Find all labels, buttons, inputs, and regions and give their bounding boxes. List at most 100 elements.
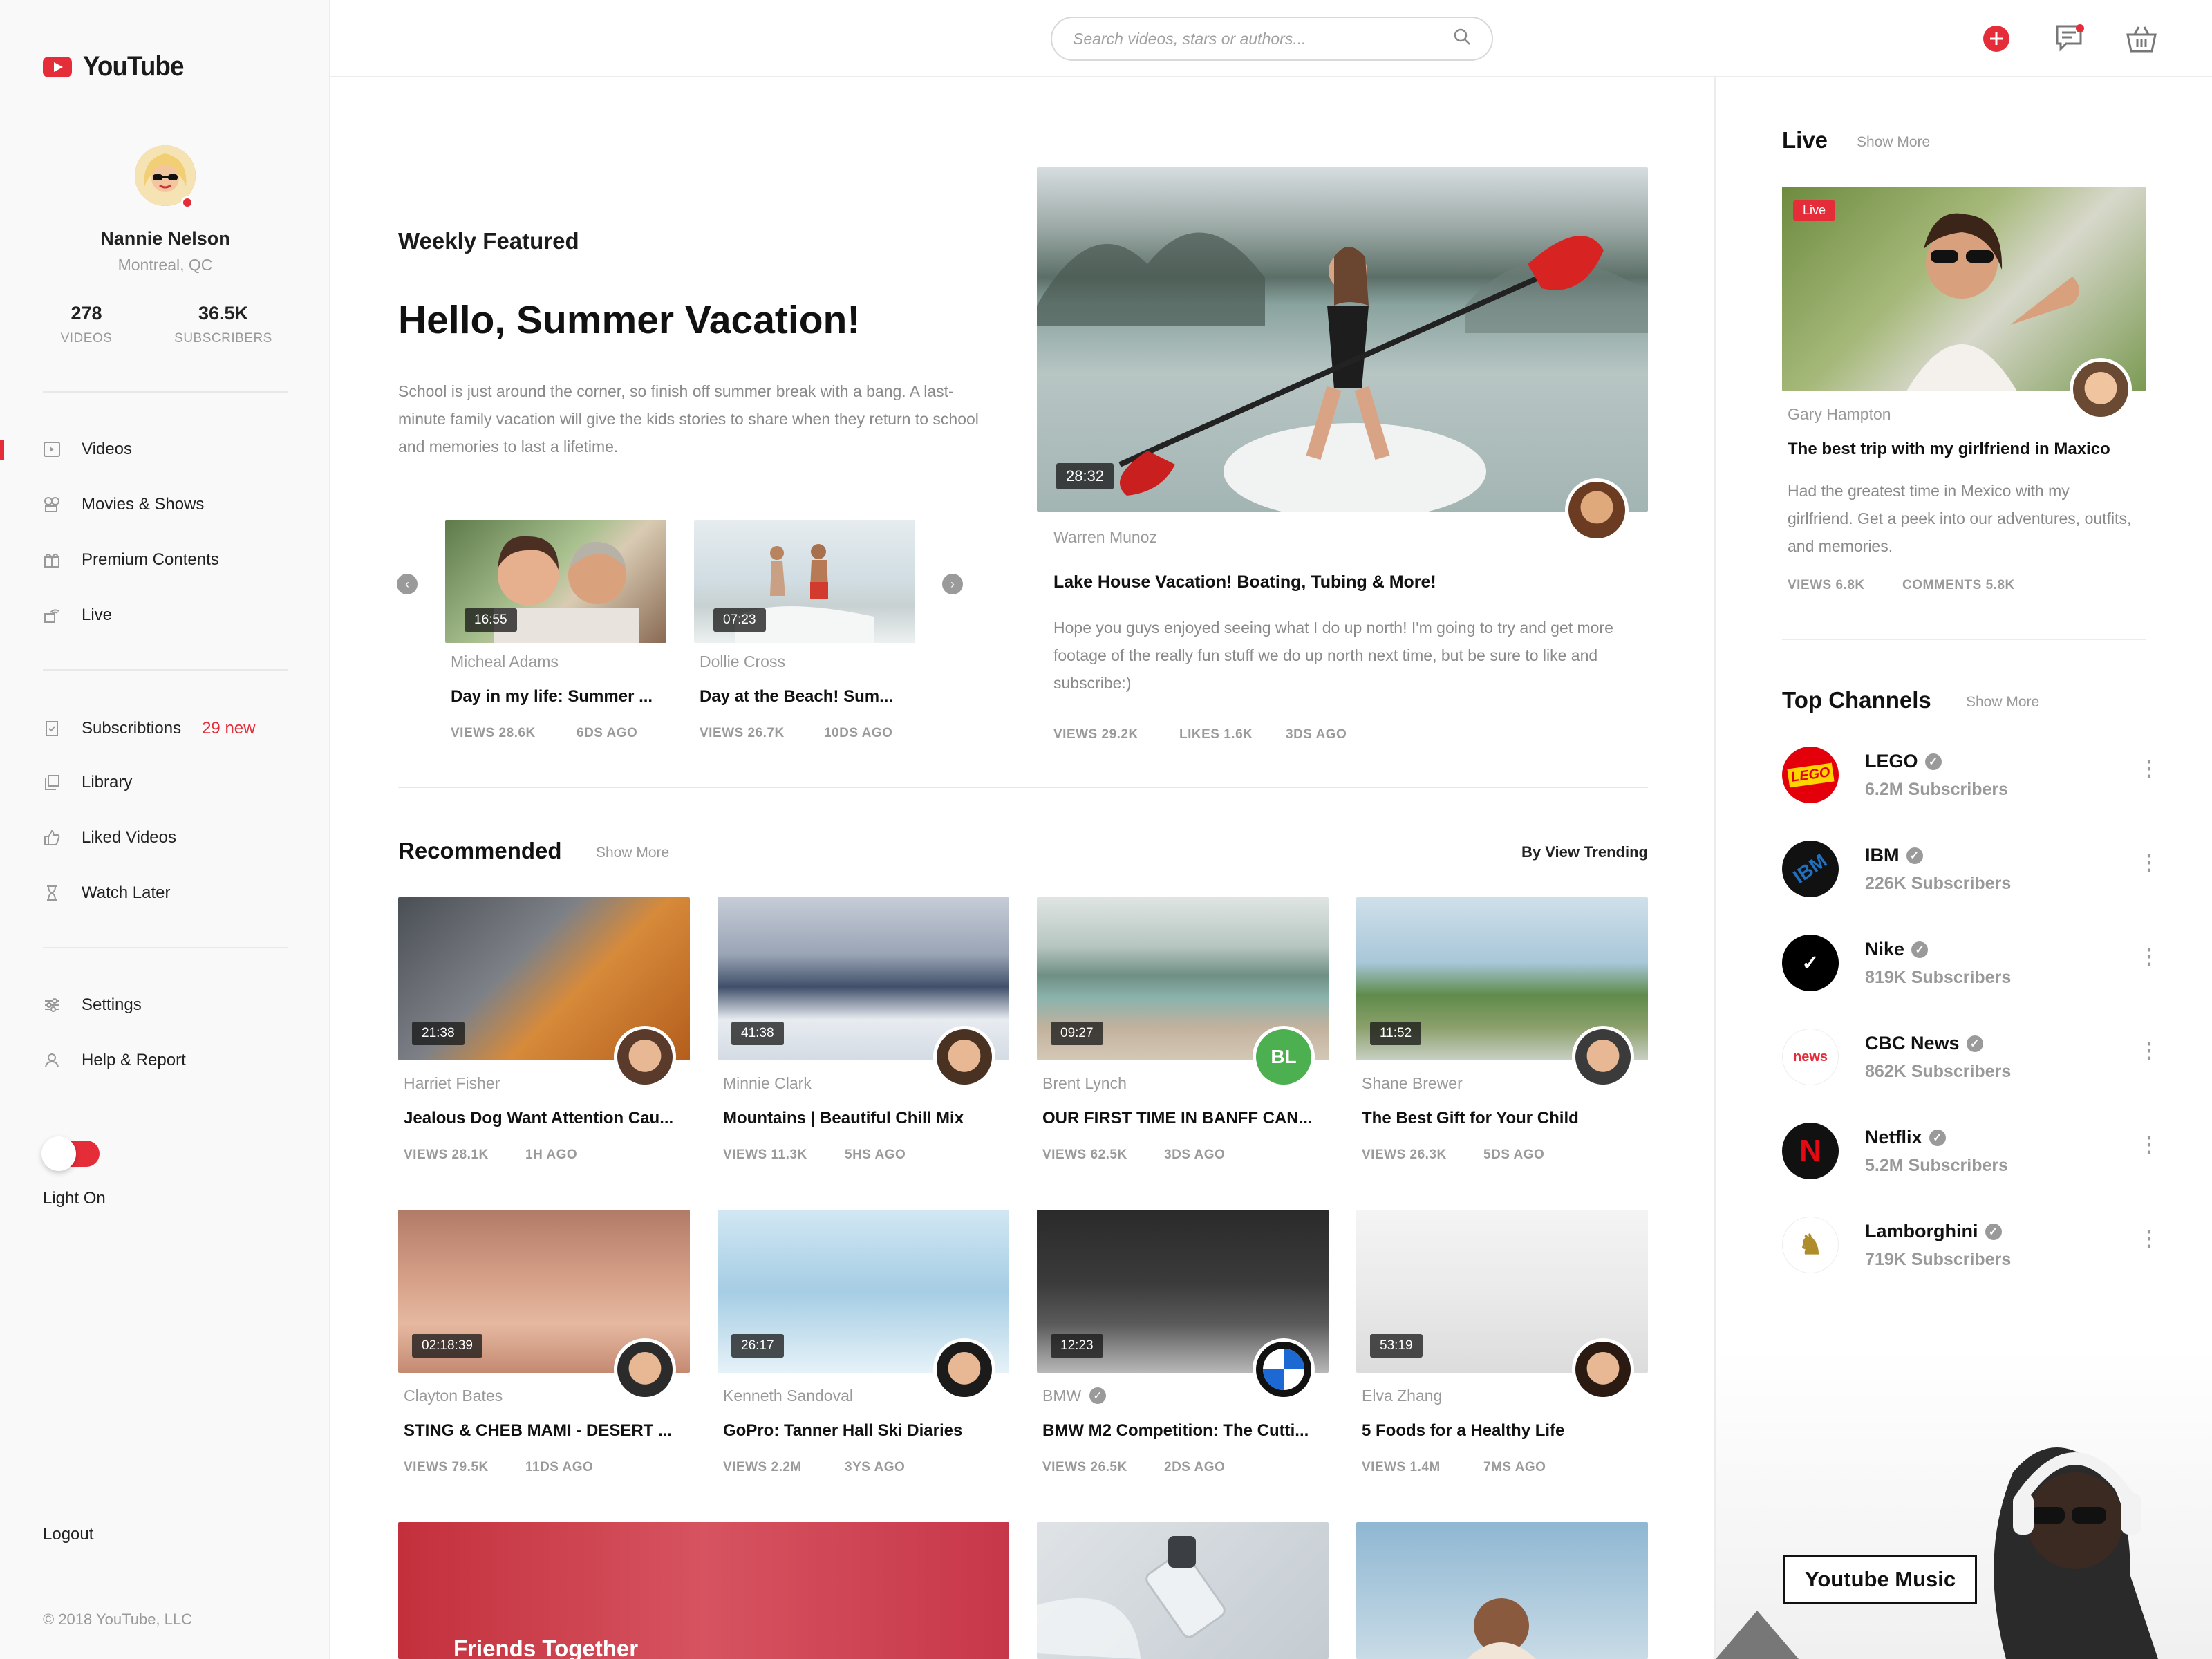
video-author[interactable]: Harriet Fisher [404, 1074, 500, 1093]
youtube-play-icon [43, 56, 72, 77]
channel-logo-icon[interactable]: ♞ [1782, 1217, 1839, 1273]
video-views: VIEWS 1.4M [1362, 1460, 1441, 1474]
channel-logo-icon[interactable]: news [1782, 1029, 1839, 1085]
video-title[interactable]: GoPro: Tanner Hall Ski Diaries [723, 1421, 1006, 1441]
logout-link[interactable]: Logout [43, 1525, 93, 1544]
featured-main-thumb[interactable]: 28:32 [1037, 167, 1648, 512]
search-icon[interactable] [1453, 28, 1471, 50]
channel-name[interactable]: LEGO ✓ [1865, 751, 1942, 772]
profile-location: Montreal, QC [118, 256, 213, 274]
channel-logo-icon[interactable]: ✓ [1782, 935, 1839, 991]
author-avatar[interactable] [933, 1338, 995, 1400]
nav-item-videos[interactable]: Videos [43, 435, 132, 463]
more-options-icon[interactable]: ⋮ [2139, 1041, 2159, 1062]
nav-item-settings[interactable]: Settings [43, 991, 142, 1019]
video-author[interactable]: Elva Zhang [1362, 1387, 1442, 1405]
video-title[interactable]: 5 Foods for a Healthy Life [1362, 1421, 1645, 1441]
top-channels-show-more[interactable]: Show More [1966, 694, 2039, 711]
author-avatar[interactable] [1565, 478, 1629, 542]
live-author[interactable]: Gary Hampton [1788, 405, 1891, 424]
author-avatar[interactable] [1572, 1026, 1634, 1088]
carousel-next-button[interactable]: › [942, 574, 963, 594]
nav-item-movies-shows[interactable]: Movies & Shows [43, 491, 204, 518]
live-show-more[interactable]: Show More [1857, 134, 1930, 151]
featured-title: Hello, Summer Vacation! [398, 298, 861, 342]
recommended-show-more[interactable]: Show More [596, 845, 669, 861]
bmw-logo-icon[interactable] [1253, 1338, 1315, 1400]
channel-logo-icon[interactable]: IBM [1782, 841, 1839, 897]
more-options-icon[interactable]: ⋮ [2139, 1135, 2159, 1156]
nav-item-premium-contents[interactable]: Premium Contents [43, 546, 219, 574]
divider [398, 787, 1648, 788]
live-video-title[interactable]: The best trip with my girlfriend in Maxi… [1788, 440, 2110, 459]
featured-mini-thumb-2[interactable]: 07:23 [694, 520, 915, 643]
nav-item-watch-later[interactable]: Watch Later [43, 879, 171, 907]
channel-logo-icon[interactable]: N [1782, 1123, 1839, 1179]
light-toggle-knob[interactable] [41, 1136, 76, 1171]
video-title[interactable]: Mountains | Beautiful Chill Mix [723, 1109, 1006, 1128]
video-title[interactable]: BMW M2 Competition: The Cutti... [1042, 1421, 1326, 1441]
upload-plus-icon[interactable] [1981, 24, 2012, 54]
video-thumb-gadgets[interactable] [1037, 1522, 1329, 1659]
nav-item-liked-videos[interactable]: Liked Videos [43, 824, 176, 852]
video-author[interactable]: Clayton Bates [404, 1387, 503, 1405]
video-author[interactable]: Kenneth Sandoval [723, 1387, 853, 1405]
video-author[interactable]: Brent Lynch [1042, 1074, 1127, 1093]
nav-item-subscriptions[interactable]: Subscribtions 29 new [43, 715, 255, 742]
nav-item-library[interactable]: Library [43, 769, 132, 796]
author-avatar[interactable]: BL [1253, 1026, 1315, 1088]
video-author[interactable]: Minnie Clark [723, 1074, 812, 1093]
video-title[interactable]: OUR FIRST TIME IN BANFF CAN... [1042, 1109, 1326, 1128]
channel-name[interactable]: CBC News ✓ [1865, 1033, 1983, 1054]
nav-item-help-report[interactable]: Help & Report [43, 1047, 186, 1074]
channel-logo-mark: news [1792, 1049, 1828, 1065]
more-options-icon[interactable]: ⋮ [2139, 1229, 2159, 1250]
video-author[interactable]: BMW [1042, 1387, 1081, 1405]
author-avatar[interactable] [614, 1338, 676, 1400]
author-avatar[interactable] [614, 1026, 676, 1088]
channel-logo-mark: ✓ [1801, 951, 1819, 975]
stat-videos: 278 VIDEOS [48, 303, 124, 346]
video-thumb-smile[interactable] [1356, 1522, 1648, 1659]
more-options-icon[interactable]: ⋮ [2139, 947, 2159, 968]
author-avatar[interactable] [1572, 1338, 1634, 1400]
youtube-music-promo[interactable]: Youtube Music [1716, 1348, 2212, 1659]
featured-mini-thumb-1[interactable]: 16:55 [445, 520, 666, 643]
channel-name[interactable]: Netflix ✓ [1865, 1127, 1946, 1148]
video-title[interactable]: The Best Gift for Your Child [1362, 1109, 1645, 1128]
channel-name[interactable]: Lamborghini ✓ [1865, 1221, 2002, 1242]
nav-item-live[interactable]: Live [43, 601, 112, 629]
mini-author[interactable]: Micheal Adams [451, 653, 559, 671]
verified-icon: ✓ [1929, 1129, 1946, 1146]
carousel-prev-button[interactable]: ‹ [397, 574, 418, 594]
mini-views: VIEWS 26.7K [700, 726, 785, 740]
video-title[interactable]: Jealous Dog Want Attention Cau... [404, 1109, 687, 1128]
duration-badge: 26:17 [731, 1334, 784, 1358]
channel-name[interactable]: Nike ✓ [1865, 939, 1929, 960]
banner-friends-together[interactable]: Friends Together [398, 1522, 1009, 1659]
mini-title[interactable]: Day in my life: Summer ... [451, 687, 658, 706]
sort-by-trending[interactable]: By View Trending [1521, 843, 1648, 861]
stat-subscribers: 36.5K SUBSCRIBERS [171, 303, 275, 346]
messages-icon[interactable] [2054, 24, 2085, 54]
more-options-icon[interactable]: ⋮ [2139, 759, 2159, 780]
featured-video-title[interactable]: Lake House Vacation! Boating, Tubing & M… [1053, 572, 1436, 592]
channel-name[interactable]: IBM ✓ [1865, 845, 1923, 866]
hourglass-icon [43, 884, 61, 902]
duration-badge: 41:38 [731, 1022, 784, 1045]
featured-author[interactable]: Warren Munoz [1053, 528, 1157, 547]
author-avatar[interactable] [2070, 358, 2132, 420]
more-options-icon[interactable]: ⋮ [2139, 853, 2159, 874]
divider [43, 391, 288, 393]
video-title[interactable]: STING & CHEB MAMI - DESERT ... [404, 1421, 687, 1441]
basket-icon[interactable] [2126, 24, 2157, 54]
search-input[interactable]: Search videos, stars or authors... [1051, 17, 1493, 61]
author-avatar[interactable] [933, 1026, 995, 1088]
help-icon [43, 1051, 61, 1069]
mini-title[interactable]: Day at the Beach! Sum... [700, 687, 907, 706]
mini-author[interactable]: Dollie Cross [700, 653, 785, 671]
youtube-logo[interactable]: YouTube [43, 51, 192, 82]
video-author[interactable]: Shane Brewer [1362, 1074, 1463, 1093]
channel-logo-icon[interactable]: LEGO [1782, 747, 1839, 803]
duration-badge: 07:23 [713, 608, 766, 632]
